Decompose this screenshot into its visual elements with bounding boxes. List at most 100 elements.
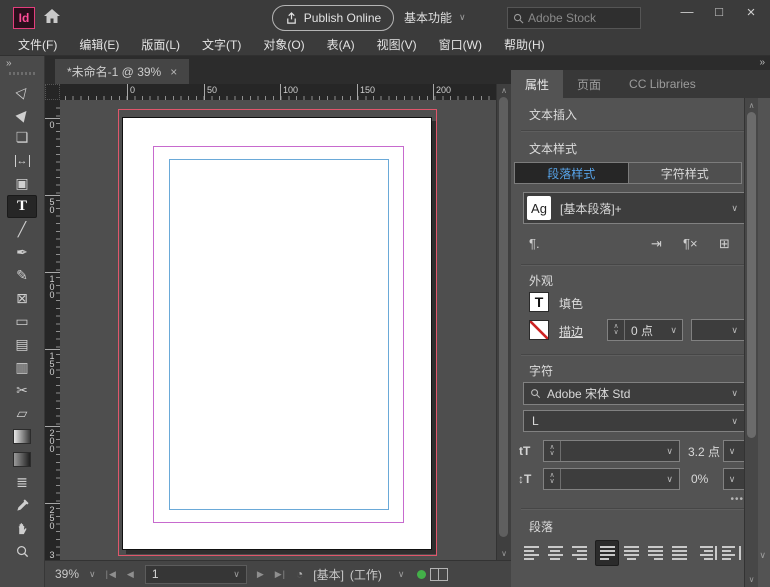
gradient-feather-tool[interactable] [7, 448, 37, 471]
menu-view[interactable]: 视图(V) [367, 34, 427, 55]
panel-expand-icon[interactable]: » [759, 57, 764, 68]
preflight-chevron-icon[interactable]: ∨ [398, 569, 405, 580]
scroll-up-icon[interactable]: ∧ [745, 101, 758, 110]
maximize-button[interactable]: □ [710, 4, 728, 21]
last-page-button[interactable]: ▶| [275, 569, 286, 580]
align-center-button[interactable] [543, 540, 567, 566]
ruler-corner[interactable] [45, 84, 60, 100]
scroll-up-icon[interactable]: ∧ [497, 86, 511, 95]
page-chevron-icon[interactable]: ∨ [233, 569, 240, 580]
justify-last-center-button[interactable] [619, 540, 643, 566]
first-page-button[interactable]: |◀ [106, 569, 117, 580]
menu-table[interactable]: 表(A) [317, 34, 365, 55]
menu-type[interactable]: 文字(T) [192, 34, 251, 55]
close-button[interactable]: × [742, 4, 760, 21]
menu-object[interactable]: 对象(O) [253, 34, 314, 55]
toolbar-grip[interactable] [9, 72, 35, 75]
pencil-tool[interactable]: ✎ [7, 264, 37, 287]
scroll-thumb[interactable] [499, 97, 508, 537]
text-frame[interactable] [169, 159, 389, 510]
canvas-vertical-scrollbar[interactable]: ∧ ∨ [496, 84, 511, 560]
publish-online-button[interactable]: Publish Online [272, 5, 394, 31]
menu-help[interactable]: 帮助(H) [494, 34, 555, 55]
create-style-icon[interactable]: ⊞ [719, 236, 730, 252]
font-style-dropdown[interactable]: L ∨ [523, 410, 745, 432]
minimize-button[interactable]: — [678, 4, 696, 21]
stepper-icon[interactable]: ∧∨ [544, 469, 561, 489]
home-icon[interactable] [42, 6, 62, 29]
scroll-down-icon[interactable]: ∨ [497, 549, 511, 558]
note-tool[interactable]: ≣ [7, 471, 37, 494]
toolbar-expand-icon[interactable]: » [6, 58, 11, 69]
tab-close-icon[interactable]: × [170, 65, 177, 79]
document-tab[interactable]: *未命名-1 @ 39% × [55, 59, 189, 84]
selection-tool[interactable]: ▷ [7, 80, 37, 103]
adobe-stock-search-input[interactable]: Adobe Stock [507, 7, 641, 29]
justify-last-right-button[interactable] [643, 540, 667, 566]
menu-window[interactable]: 窗口(W) [429, 34, 492, 55]
scroll-down-icon[interactable]: ∨ [745, 575, 758, 584]
eyedropper-tool[interactable] [7, 494, 37, 517]
fill-color-swatch[interactable]: T [529, 292, 549, 312]
tab-properties[interactable]: 属性 [511, 70, 563, 98]
hand-tool[interactable] [7, 517, 37, 540]
justify-last-left-button[interactable] [595, 540, 619, 566]
font-size-control[interactable]: ∧∨ ∨ [543, 440, 680, 462]
previous-page-button[interactable]: ◀ [127, 569, 135, 580]
align-right-button[interactable] [567, 540, 591, 566]
menu-edit[interactable]: 编辑(E) [69, 34, 129, 55]
stepper-icon[interactable]: ∧∨ [608, 320, 625, 340]
more-options-icon[interactable]: ••• [730, 494, 744, 505]
horizontal-ruler[interactable]: 0 50 100 150 200 [60, 84, 511, 100]
pasteboard[interactable] [60, 100, 496, 560]
character-styles-tab[interactable]: 字符样式 [628, 163, 742, 183]
workspace-switcher[interactable]: 基本功能 ∨ [404, 5, 466, 29]
paragraph-styles-tab[interactable]: 段落样式 [515, 163, 628, 183]
line-tool[interactable]: ╱ [7, 218, 37, 241]
apply-style-icon[interactable]: ⇥ [651, 236, 662, 252]
scissors-tool[interactable]: ✂ [7, 379, 37, 402]
preflight-icon[interactable]: ◔ [296, 567, 303, 581]
justify-all-button[interactable] [667, 540, 691, 566]
zoom-tool[interactable] [7, 540, 37, 563]
gradient-swatch-tool[interactable] [7, 425, 37, 448]
stroke-type-dropdown[interactable]: ∨ [691, 319, 745, 341]
stroke-weight-control[interactable]: ∧∨ 0 点 ∨ [607, 319, 683, 341]
leading-control[interactable]: ∧∨ ∨ [543, 468, 680, 490]
type-tool[interactable]: T [7, 195, 37, 218]
free-transform-tool[interactable]: ▱ [7, 402, 37, 425]
stroke-label[interactable]: 描边 [559, 323, 583, 340]
page-tool[interactable]: ❏ [7, 126, 37, 149]
spread-view-icon[interactable] [430, 568, 448, 581]
scroll-thumb[interactable] [747, 112, 756, 438]
zoom-chevron-icon[interactable]: ∨ [89, 569, 96, 580]
menu-file[interactable]: 文件(F) [8, 34, 67, 55]
rectangle-tool[interactable]: ▭ [7, 310, 37, 333]
align-left-button[interactable] [519, 540, 543, 566]
next-page-button[interactable]: ▶ [257, 569, 265, 580]
fill-label[interactable]: 填色 [559, 295, 583, 312]
align-away-from-spine-button[interactable] [719, 540, 743, 566]
rectangle-frame-tool[interactable]: ⊠ [7, 287, 37, 310]
align-toward-spine-button[interactable] [695, 540, 719, 566]
vertical-ruler[interactable]: 0 50 100 150 200 250 3 [45, 100, 60, 560]
page-number-field[interactable]: 1 ∨ [145, 565, 247, 584]
content-collector-tool[interactable]: ▣ [7, 172, 37, 195]
font-family-dropdown[interactable]: Adobe 宋体 Std ∨ [523, 382, 745, 405]
gap-tool[interactable]: ↔ [7, 149, 37, 172]
page[interactable] [122, 117, 432, 550]
stepper-icon[interactable]: ∧∨ [544, 441, 561, 461]
pen-tool[interactable]: ✒ [7, 241, 37, 264]
tab-pages[interactable]: 页面 [563, 70, 615, 98]
zoom-level[interactable]: 39% [55, 567, 79, 581]
panel-scrollbar[interactable]: ∧ ∨ [744, 98, 758, 587]
menu-layout[interactable]: 版面(L) [131, 34, 190, 55]
direct-selection-tool[interactable]: ▶ [7, 103, 37, 126]
tab-cc-libraries[interactable]: CC Libraries [615, 70, 710, 98]
horizontal-grid-tool[interactable]: ▤ [7, 333, 37, 356]
stroke-color-swatch[interactable] [529, 320, 549, 340]
paragraph-more-chevron-icon[interactable]: ∨ [759, 550, 766, 561]
paragraph-style-dropdown[interactable]: Ag [基本段落]+ ∨ [523, 192, 745, 224]
clear-overrides-icon[interactable]: ¶× [683, 236, 698, 251]
vertical-grid-tool[interactable]: ▥ [7, 356, 37, 379]
